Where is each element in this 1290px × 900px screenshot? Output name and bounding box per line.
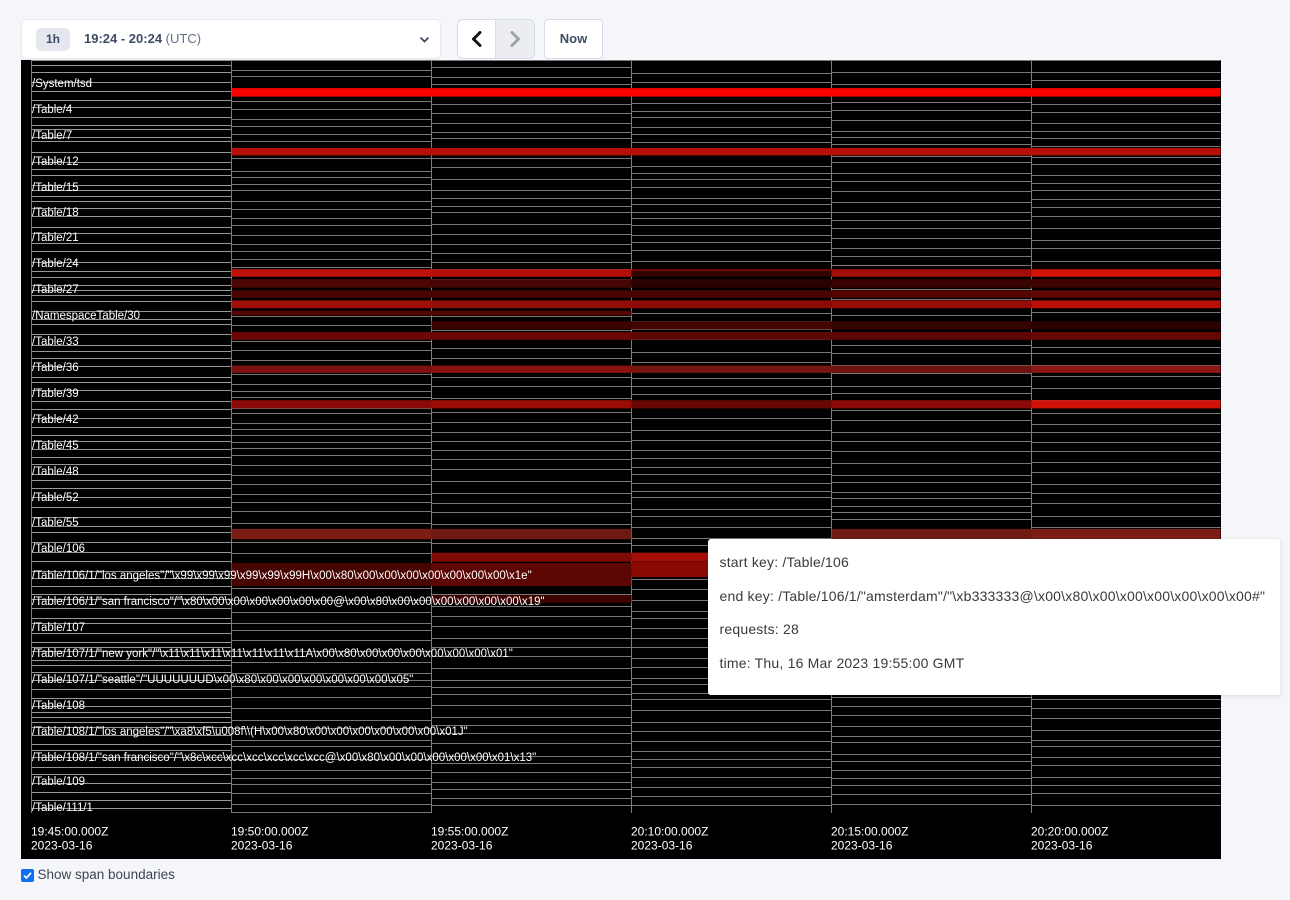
svg-text:/Table/45: /Table/45 (32, 440, 79, 452)
svg-text:2023-03-16: 2023-03-16 (631, 839, 693, 853)
svg-text:/Table/52: /Table/52 (32, 492, 79, 504)
svg-text:20:10:00.000Z: 20:10:00.000Z (631, 825, 708, 839)
svg-text:/Table/36: /Table/36 (32, 362, 79, 374)
svg-text:/Table/18: /Table/18 (32, 207, 79, 219)
svg-text:/System/tsd: /System/tsd (32, 78, 92, 90)
svg-text:19:55:00.000Z: 19:55:00.000Z (431, 825, 508, 839)
svg-text:/Table/108/1/"san francisco"/": /Table/108/1/"san francisco"/"\x8c\xcc\x… (32, 752, 536, 764)
svg-text:/Table/12: /Table/12 (32, 156, 79, 168)
svg-text:/Table/106: /Table/106 (32, 543, 85, 555)
svg-text:/Table/33: /Table/33 (32, 336, 79, 348)
svg-text:/Table/55: /Table/55 (32, 517, 79, 529)
svg-text:20:20:00.000Z: 20:20:00.000Z (1031, 825, 1108, 839)
svg-text:/Table/107/1/"seattle"/"UUUUUU: /Table/107/1/"seattle"/"UUUUUUUD\x00\x80… (32, 674, 413, 686)
svg-text:2023-03-16: 2023-03-16 (1031, 839, 1093, 853)
svg-text:/Table/24: /Table/24 (32, 258, 79, 270)
svg-text:/Table/7: /Table/7 (32, 130, 72, 142)
svg-text:/Table/106/1/"los angeles"/"\x: /Table/106/1/"los angeles"/"\x99\x99\x99… (32, 570, 532, 582)
svg-text:/Table/4: /Table/4 (32, 104, 73, 116)
svg-text:2023-03-16: 2023-03-16 (431, 839, 493, 853)
svg-text:/Table/108/1/"los angeles"/"\x: /Table/108/1/"los angeles"/"\xa8\xf5\u00… (32, 726, 468, 738)
svg-text:/Table/48: /Table/48 (32, 466, 79, 478)
svg-text:/NamespaceTable/30: /NamespaceTable/30 (32, 310, 140, 322)
svg-text:20:15:00.000Z: 20:15:00.000Z (831, 825, 908, 839)
svg-text:19:50:00.000Z: 19:50:00.000Z (231, 825, 308, 839)
svg-text:/Table/39: /Table/39 (32, 388, 79, 400)
svg-text:/Table/108: /Table/108 (32, 700, 85, 712)
svg-text:2023-03-16: 2023-03-16 (231, 839, 293, 853)
svg-text:/Table/107: /Table/107 (32, 622, 85, 634)
svg-text:2023-03-16: 2023-03-16 (831, 839, 893, 853)
svg-text:/Table/42: /Table/42 (32, 414, 79, 426)
svg-text:/Table/111/1: /Table/111/1 (32, 802, 93, 814)
svg-text:19:45:00.000Z: 19:45:00.000Z (31, 825, 108, 839)
svg-text:/Table/106/1/"san francisco"/": /Table/106/1/"san francisco"/"\x80\x00\x… (32, 596, 545, 608)
svg-text:/Table/109: /Table/109 (32, 776, 85, 788)
svg-text:/Table/107/1/"new york"/"\x11\: /Table/107/1/"new york"/"\x11\x11\x11\x1… (32, 648, 513, 660)
svg-text:/Table/27: /Table/27 (32, 284, 79, 296)
svg-text:/Table/15: /Table/15 (32, 182, 79, 194)
svg-text:/Table/21: /Table/21 (32, 232, 79, 244)
svg-text:2023-03-16: 2023-03-16 (31, 839, 93, 853)
